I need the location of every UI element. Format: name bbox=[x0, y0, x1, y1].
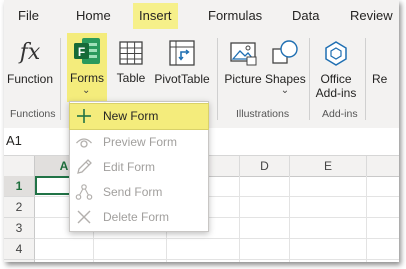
menu-item-edit-form[interactable]: Edit Form bbox=[70, 155, 208, 180]
name-box[interactable]: A1 bbox=[6, 133, 22, 148]
svg-text:F: F bbox=[78, 45, 85, 59]
menu-bar: File Home Insert Formulas Data Review bbox=[4, 0, 399, 32]
function-label: Function bbox=[7, 72, 54, 86]
tab-review[interactable]: Review bbox=[344, 3, 399, 29]
column-header-f[interactable] bbox=[367, 156, 399, 177]
menu-item-label: Edit Form bbox=[103, 160, 156, 174]
gridline bbox=[35, 259, 399, 260]
row-header-1[interactable]: 1 bbox=[4, 176, 35, 197]
office-addins-button[interactable]: Office Add-ins bbox=[314, 36, 358, 100]
function-icon: fx bbox=[19, 40, 41, 65]
tab-formulas[interactable]: Formulas bbox=[202, 3, 268, 29]
table-label: Table bbox=[116, 71, 146, 85]
addins-hexagon-icon bbox=[325, 41, 347, 66]
excel-window: File Home Insert Formulas Data Review fx… bbox=[4, 0, 399, 262]
group-label-functions: Functions bbox=[10, 108, 56, 120]
picture-icon bbox=[230, 42, 257, 66]
office-addins-label-line1: Office bbox=[320, 72, 352, 86]
select-all-corner[interactable] bbox=[4, 156, 35, 177]
row-header-2[interactable]: 2 bbox=[4, 197, 35, 218]
separator bbox=[365, 38, 366, 120]
gridline bbox=[366, 176, 367, 262]
column-header-e[interactable]: E bbox=[290, 156, 367, 177]
column-header-d[interactable]: D bbox=[240, 156, 290, 177]
menu-item-label: Preview Form bbox=[103, 135, 178, 149]
tab-insert[interactable]: Insert bbox=[133, 3, 178, 29]
menu-item-preview-form[interactable]: Preview Form bbox=[70, 130, 208, 155]
tab-data[interactable]: Data bbox=[286, 3, 325, 29]
pencil-icon bbox=[77, 159, 92, 174]
menu-item-delete-form[interactable]: Delete Form bbox=[70, 205, 208, 230]
eye-icon bbox=[76, 138, 92, 148]
forms-label: Forms bbox=[70, 71, 104, 85]
tab-home[interactable]: Home bbox=[70, 3, 117, 29]
table-button[interactable]: Table bbox=[114, 36, 148, 85]
shapes-button[interactable]: Shapes ⌄ bbox=[265, 36, 306, 96]
separator bbox=[60, 38, 61, 120]
office-addins-label-line2: Add-ins bbox=[315, 86, 357, 100]
plus-icon bbox=[77, 109, 91, 123]
group-label-addins: Add-ins bbox=[322, 108, 358, 120]
share-icon bbox=[75, 184, 93, 200]
forms-icon: F bbox=[74, 38, 100, 64]
row-header-5[interactable]: 5 bbox=[4, 260, 35, 262]
function-button[interactable]: fx Function bbox=[7, 36, 53, 86]
picture-button[interactable]: Picture bbox=[223, 36, 263, 86]
forms-button[interactable]: F Forms ⌄ bbox=[67, 33, 107, 102]
table-icon bbox=[119, 41, 143, 65]
close-icon bbox=[77, 210, 91, 224]
forms-dropdown-menu: New Form Preview Form Edit Form Send For… bbox=[69, 101, 209, 232]
pivottable-button[interactable]: PivotTable bbox=[152, 36, 212, 86]
chevron-down-icon: ⌄ bbox=[82, 85, 91, 96]
pivottable-icon bbox=[169, 40, 195, 66]
gridline bbox=[35, 238, 399, 239]
row-header-4[interactable]: 4 bbox=[4, 239, 35, 260]
menu-item-send-form[interactable]: Send Form bbox=[70, 180, 208, 205]
gridline bbox=[239, 176, 240, 262]
menu-item-label: New Form bbox=[103, 109, 159, 123]
menu-item-label: Send Form bbox=[103, 185, 163, 199]
pivottable-label: PivotTable bbox=[154, 72, 210, 86]
row-header-3[interactable]: 3 bbox=[4, 218, 35, 239]
menu-item-label: Delete Form bbox=[103, 210, 170, 224]
gridline bbox=[289, 176, 290, 262]
menu-item-new-form[interactable]: New Form bbox=[69, 103, 209, 130]
shapes-icon bbox=[272, 40, 298, 64]
shapes-label: Shapes bbox=[265, 72, 306, 86]
tab-file[interactable]: File bbox=[12, 3, 45, 29]
chevron-down-icon: ⌄ bbox=[280, 85, 290, 96]
separator bbox=[309, 38, 310, 120]
separator bbox=[217, 38, 218, 120]
truncated-label: Re bbox=[372, 72, 388, 86]
picture-label: Picture bbox=[224, 72, 262, 86]
group-label-illustrations: Illustrations bbox=[236, 108, 290, 120]
truncated-ribbon-button[interactable]: Re bbox=[372, 36, 399, 86]
